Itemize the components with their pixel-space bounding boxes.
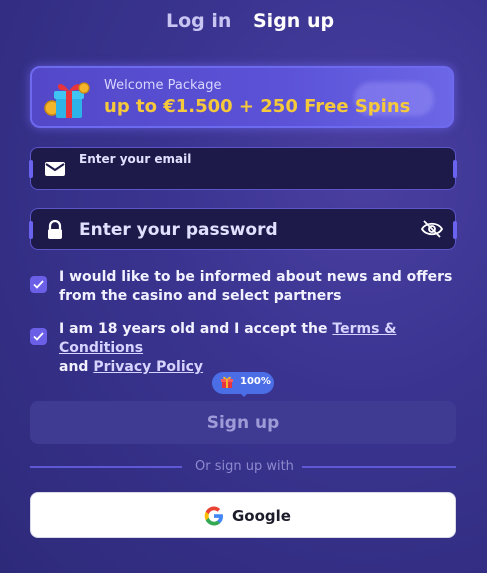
auth-tabs: Log in Sign up <box>0 10 487 34</box>
age-consent-prefix: I am 18 years old and I accept the <box>59 321 333 337</box>
password-field[interactable]: Enter your password <box>29 208 457 250</box>
bonus-progress-badge: 100% <box>212 372 274 397</box>
news-consent-label: I would like to be informed about news a… <box>59 269 453 304</box>
eye-off-icon[interactable] <box>421 219 443 239</box>
lock-icon <box>48 220 62 239</box>
envelope-icon <box>45 162 65 176</box>
email-field[interactable]: Enter your email <box>29 147 457 190</box>
banner-offer: up to €1.500 + 250 Free Spins <box>104 96 411 117</box>
signup-button[interactable]: Sign up <box>30 401 456 444</box>
banner-subtitle: Welcome Package <box>104 78 222 93</box>
password-placeholder: Enter your password <box>79 220 278 240</box>
age-consent-checkbox[interactable] <box>30 328 47 345</box>
age-consent-label: I am 18 years old and I accept the Terms… <box>59 320 459 377</box>
field-accent-right <box>453 221 457 239</box>
email-placeholder: Enter your email <box>79 152 192 166</box>
divider-label: Or sign up with <box>195 459 294 474</box>
gift-icon <box>221 376 233 388</box>
privacy-link[interactable]: Privacy Policy <box>93 359 203 375</box>
news-consent-checkbox[interactable] <box>30 276 47 293</box>
tab-login[interactable]: Log in <box>166 10 231 32</box>
divider-line <box>302 466 456 468</box>
field-accent-left <box>29 160 33 178</box>
progress-label: 100% <box>240 376 271 387</box>
field-accent-right <box>453 160 457 178</box>
field-accent-left <box>29 221 33 239</box>
google-signup-button[interactable]: Google <box>30 492 456 538</box>
age-consent-conjunction: and <box>59 359 94 375</box>
checkmark-icon <box>33 332 44 341</box>
gift-icon <box>44 82 90 118</box>
divider-line <box>30 466 182 468</box>
welcome-package-banner[interactable]: Welcome Package up to €1.500 + 250 Free … <box>30 66 454 128</box>
tab-signup[interactable]: Sign up <box>253 10 334 32</box>
checkmark-icon <box>33 280 44 289</box>
google-button-label: Google <box>232 507 291 525</box>
google-icon <box>204 506 223 526</box>
